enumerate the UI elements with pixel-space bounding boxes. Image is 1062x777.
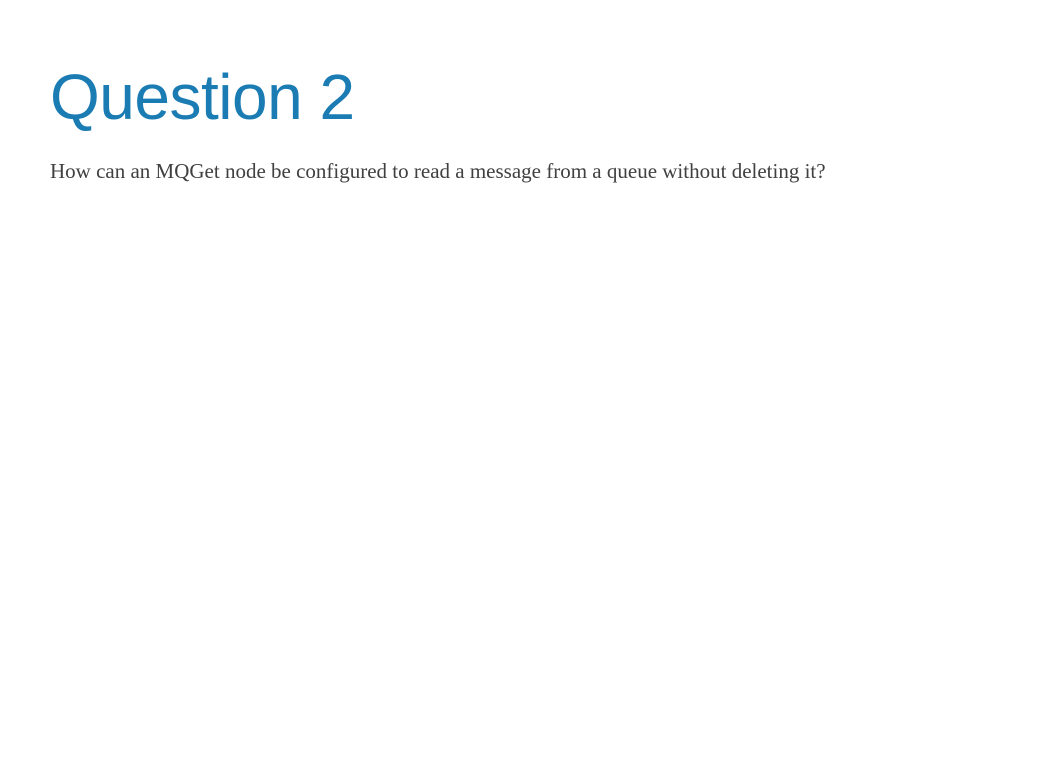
question-title: Question 2 [50, 60, 1012, 134]
question-container: Question 2 How can an MQGet node be conf… [0, 0, 1062, 188]
question-body: How can an MQGet node be configured to r… [50, 156, 1012, 188]
